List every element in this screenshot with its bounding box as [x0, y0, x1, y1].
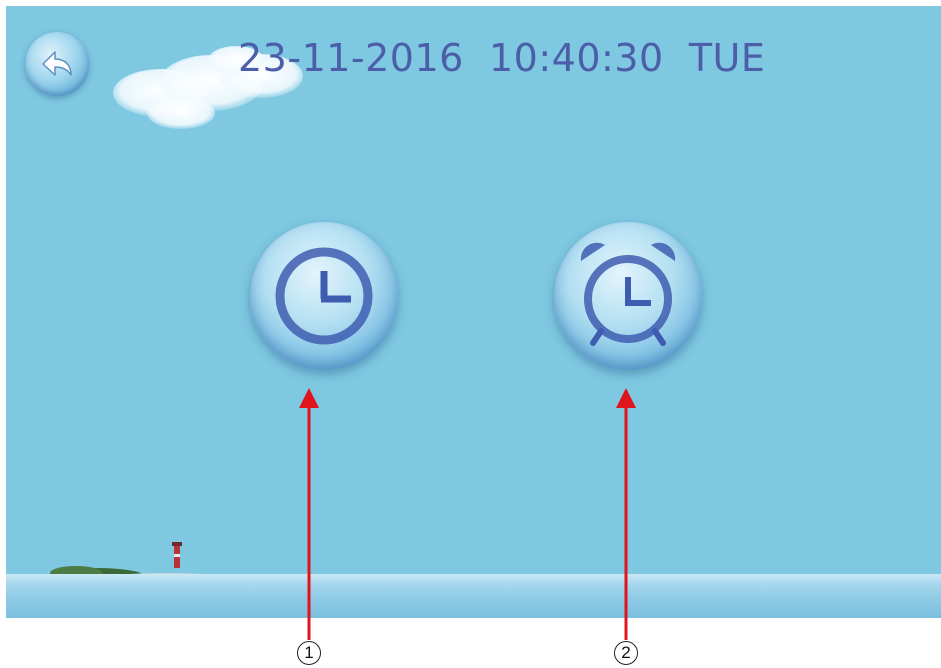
datetime-display: 23-11-2016 10:40:30 TUE	[238, 36, 766, 80]
alarm-setting-button[interactable]	[554, 222, 702, 370]
back-arrow-icon	[42, 51, 72, 76]
back-button[interactable]	[25, 32, 89, 96]
alarm-clock-icon	[580, 242, 676, 346]
clock-setting-button[interactable]	[250, 222, 398, 370]
sea-decoration	[6, 574, 941, 618]
callout-marker-2: 2	[614, 641, 638, 665]
callout-marker-1: 1	[297, 641, 321, 665]
device-screen: 23-11-2016 10:40:30 TUE	[6, 6, 941, 618]
clock-icon	[275, 247, 373, 345]
